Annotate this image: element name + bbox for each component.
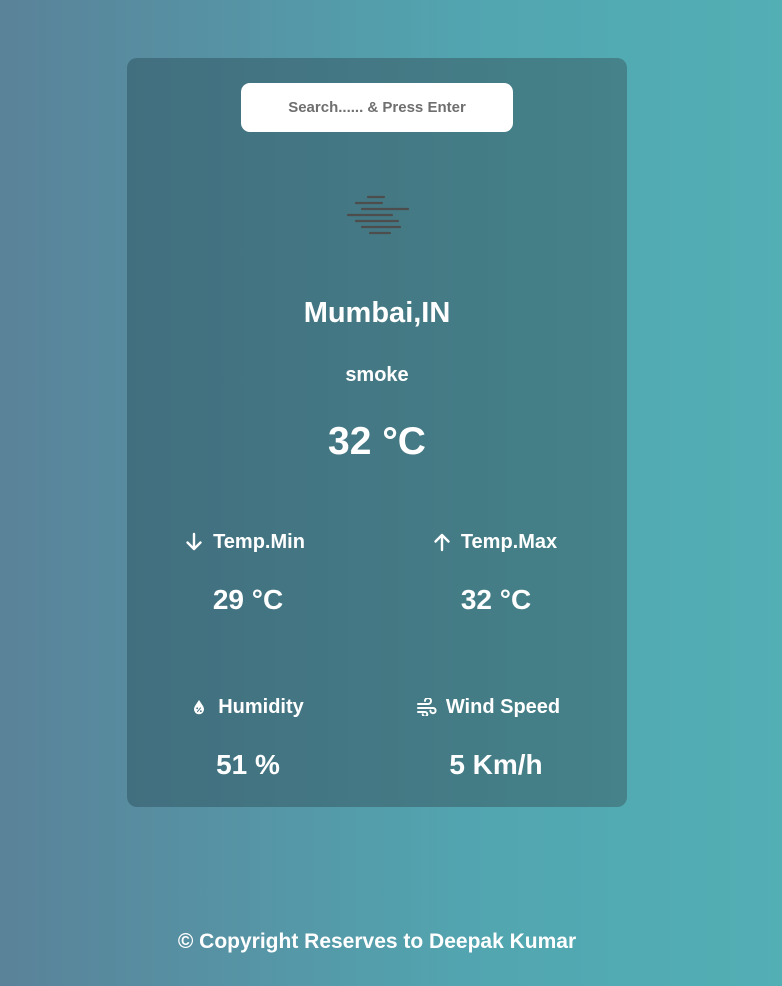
weather-condition: smoke bbox=[345, 364, 409, 386]
search-input[interactable] bbox=[241, 83, 513, 132]
wind-icon bbox=[416, 696, 438, 718]
droplet-icon bbox=[188, 696, 210, 718]
weather-card: Mumbai,IN smoke 32 °C Temp.Min 29 °C Tem… bbox=[127, 58, 627, 807]
haze-smoke-icon bbox=[342, 192, 412, 240]
temp-min-stat: Temp.Min 29 °C bbox=[127, 527, 377, 616]
wind-speed-value: 5 Km/h bbox=[449, 749, 543, 780]
temp-min-label: Temp.Min bbox=[213, 530, 305, 553]
temp-max-stat: Temp.Max 32 °C bbox=[377, 527, 627, 616]
wind-speed-stat: Wind Speed 5 Km/h bbox=[377, 692, 627, 781]
wind-speed-label: Wind Speed bbox=[445, 695, 561, 718]
humidity-label: Humidity bbox=[218, 695, 304, 718]
arrow-down-icon bbox=[183, 531, 205, 553]
humidity-value: 51 % bbox=[216, 749, 280, 780]
temp-max-value: 32 °C bbox=[460, 584, 532, 615]
humidity-stat: Humidity 51 % bbox=[127, 692, 377, 781]
current-temperature: 32 °C bbox=[328, 420, 426, 463]
copyright-footer: © Copyright Reserves to Deepak Kumar bbox=[177, 930, 577, 953]
temp-min-value: 29 °C bbox=[212, 584, 284, 615]
city-name: Mumbai,IN bbox=[303, 297, 451, 329]
temp-max-label: Temp.Max bbox=[460, 530, 558, 553]
arrow-up-icon bbox=[431, 531, 453, 553]
